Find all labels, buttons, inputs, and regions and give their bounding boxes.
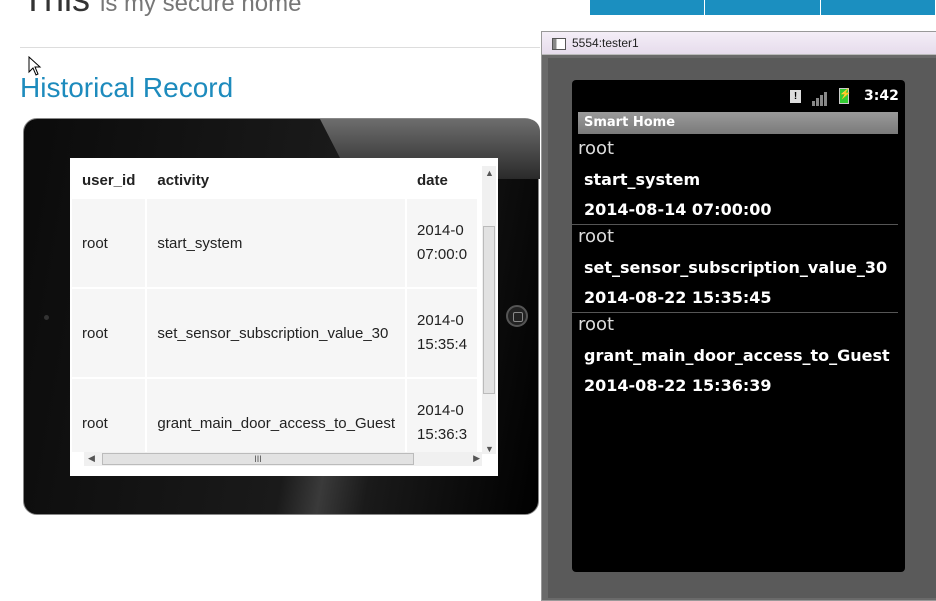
column-header-user-id[interactable]: user_id: [72, 160, 145, 197]
column-header-date[interactable]: date: [407, 160, 477, 197]
page-heading: Historical Record: [20, 72, 234, 103]
entry-date: 2014-08-22 15:36:39: [584, 376, 772, 395]
table-row[interactable]: root set_sensor_subscription_value_30 20…: [72, 289, 478, 377]
entry-divider: [572, 224, 898, 225]
battery-icon: [839, 88, 851, 104]
scroll-left-icon[interactable]: ◀: [88, 453, 95, 464]
cell-user-id: root: [72, 379, 146, 452]
entry-date: 2014-08-22 15:35:45: [584, 288, 772, 307]
scroll-down-icon[interactable]: ▼: [485, 444, 494, 454]
site-title: This is my secure home: [22, 0, 301, 20]
app-title-bar: Smart Home: [578, 112, 898, 134]
nav-item[interactable]: [821, 0, 936, 15]
window-icon: [552, 37, 566, 50]
entry-user: root: [578, 138, 615, 159]
table-row[interactable]: root grant_main_door_access_to_Guest 201…: [72, 379, 478, 452]
cell-date-line1: 2014-0: [417, 222, 464, 239]
records-table-viewport: user_id activity date root start_system …: [70, 158, 480, 452]
entry-activity: start_system: [584, 170, 701, 189]
tablet-screen: user_id activity date root start_system …: [70, 158, 498, 476]
status-time: 3:42: [864, 88, 899, 104]
nav-item[interactable]: [705, 0, 821, 15]
horizontal-scroll-thumb[interactable]: III: [102, 453, 414, 465]
header-divider: [20, 47, 540, 48]
horizontal-scrollbar[interactable]: ◀ III ▶: [84, 452, 482, 466]
emulator-title: 5554:tester1: [572, 36, 639, 50]
signal-icon: [812, 90, 828, 106]
cell-date-line2: 15:35:4: [417, 336, 468, 353]
entry-divider: [572, 312, 898, 313]
tablet-camera: [44, 315, 49, 320]
status-bar: ! 3:42: [572, 80, 905, 110]
nav-bar[interactable]: [590, 0, 936, 15]
cell-activity: start_system: [147, 199, 406, 287]
site-title-subtitle: is my secure home: [100, 0, 302, 17]
cell-date-line2: 15:36:3: [417, 426, 468, 443]
cell-date: 2014-0 15:35:4: [407, 289, 478, 377]
vertical-scroll-thumb[interactable]: [483, 226, 495, 394]
table-header-row: user_id activity date: [72, 160, 477, 197]
cell-date: 2014-0 15:36:3: [407, 379, 478, 452]
site-title-main: This: [22, 0, 90, 19]
entry-user: root: [578, 226, 615, 247]
alert-icon: !: [790, 90, 801, 103]
cell-date-line2: 07:00:0: [417, 246, 468, 263]
cell-date: 2014-0 07:00:0: [407, 199, 478, 287]
cell-user-id: root: [72, 289, 146, 377]
vertical-scrollbar[interactable]: ▲ ▼: [482, 166, 496, 454]
emulator-title-bar[interactable]: 5554:tester1: [542, 32, 936, 55]
phone-screen: ! 3:42 Smart Home root start_system 2014…: [572, 80, 905, 572]
entry-activity: set_sensor_subscription_value_30: [584, 258, 888, 277]
entry-activity: grant_main_door_access_to_Guest: [584, 346, 890, 365]
cell-date-line1: 2014-0: [417, 312, 464, 329]
column-header-activity[interactable]: activity: [147, 160, 405, 197]
nav-item[interactable]: [590, 0, 706, 15]
cell-activity: grant_main_door_access_to_Guest: [147, 379, 406, 452]
cell-date-line1: 2014-0: [417, 402, 464, 419]
entry-user: root: [578, 314, 615, 335]
home-button-icon[interactable]: [506, 305, 528, 327]
scroll-right-icon[interactable]: ▶: [473, 453, 480, 464]
cell-activity: set_sensor_subscription_value_30: [147, 289, 406, 377]
scroll-up-icon[interactable]: ▲: [485, 168, 494, 178]
cell-user-id: root: [72, 199, 146, 287]
table-row[interactable]: root start_system 2014-0 07:00:0: [72, 199, 478, 287]
entry-date: 2014-08-14 07:00:00: [584, 200, 772, 219]
records-table: user_id activity date root start_system …: [70, 158, 479, 452]
